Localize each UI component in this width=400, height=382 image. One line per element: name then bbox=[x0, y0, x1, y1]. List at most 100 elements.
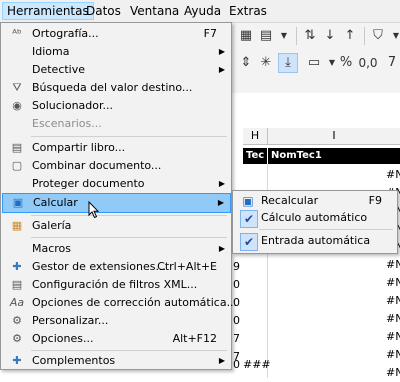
menu-item-label: Búsqueda del valor destino... bbox=[32, 81, 193, 94]
menu-item-combinar-documento[interactable]: ▢ Combinar documento... bbox=[2, 157, 231, 175]
submenu-item-label: Entrada automática bbox=[261, 234, 371, 247]
cell-value[interactable]: #N bbox=[386, 166, 400, 184]
align-center-icon[interactable]: ✳ bbox=[256, 53, 276, 73]
grid-icon[interactable]: ▦ bbox=[236, 26, 256, 46]
chevron-right-icon: ▶ bbox=[218, 179, 225, 188]
options-icon: ⚙ bbox=[12, 332, 22, 345]
menu-ayuda[interactable]: Ayuda bbox=[180, 2, 225, 20]
menu-item-idioma[interactable]: Idioma ▶ bbox=[2, 43, 231, 61]
cell-value[interactable]: 7 bbox=[233, 330, 240, 348]
menu-item-label: Compartir libro... bbox=[32, 141, 126, 154]
menu-separator bbox=[259, 229, 393, 230]
align-bottom-icon[interactable]: ⤓ bbox=[278, 53, 298, 73]
menu-item-label: Opciones... bbox=[32, 332, 94, 345]
cell-value[interactable]: #N bbox=[386, 274, 400, 292]
filter-icon[interactable]: ⛉ bbox=[368, 26, 388, 46]
submenu-item-shortcut: F9 bbox=[368, 194, 382, 207]
toolbar: ▦ ▤ ▼ ⇅ ↓ ↑ ⛉ ▼ ⇕ ✳ ⤓ ▭ ▼ % 0,0 7 bbox=[232, 23, 400, 93]
submenu-item-recalcular[interactable]: ▣ Recalcular F9 bbox=[234, 192, 396, 210]
submenu-item-calculo-automatico[interactable]: ✔ Cálculo automático bbox=[234, 209, 396, 228]
menubar: Herramientas Datos Ventana Ayuda Extras bbox=[0, 0, 400, 23]
currency-icon[interactable]: ▭ bbox=[304, 53, 324, 73]
herramientas-menu: ᴬᵇ Ortografía... F7 Idioma ▶ Detective ▶… bbox=[0, 22, 237, 370]
sort-icon[interactable]: ⇅ bbox=[300, 26, 320, 46]
menu-separator bbox=[31, 350, 227, 351]
menu-item-label: Calcular bbox=[33, 196, 78, 209]
menu-item-calcular[interactable]: ▣ Calcular ▶ bbox=[2, 193, 231, 213]
menu-item-macros[interactable]: Macros ▶ bbox=[2, 240, 231, 258]
decimal-icon[interactable]: 0,0 bbox=[356, 53, 380, 73]
menu-item-gestor-extensiones[interactable]: ✚ Gestor de extensiones... Ctrl+Alt+E bbox=[2, 258, 231, 276]
menu-item-label: Opciones de corrección automática... bbox=[32, 296, 238, 309]
menu-herramientas[interactable]: Herramientas bbox=[2, 2, 94, 20]
menu-ventana[interactable]: Ventana bbox=[126, 2, 183, 20]
add-decimal-icon[interactable]: 7 bbox=[382, 53, 400, 73]
menu-item-label: Galería bbox=[32, 219, 72, 232]
checkmark-icon: ✔ bbox=[240, 210, 258, 228]
spellcheck-icon: ᴬᵇ bbox=[12, 27, 22, 40]
menu-item-shortcut: F7 bbox=[203, 27, 217, 40]
menu-item-solucionador[interactable]: ◉ Solucionador... bbox=[2, 97, 231, 115]
cell-value[interactable]: #N bbox=[386, 346, 400, 364]
align-middle-icon[interactable]: ⇕ bbox=[236, 53, 256, 73]
menu-item-correccion-automatica[interactable]: Aa Opciones de corrección automática... bbox=[2, 294, 237, 312]
submenu-item-entrada-automatica[interactable]: ✔ Entrada automática bbox=[234, 232, 396, 251]
menu-item-detective[interactable]: Detective ▶ bbox=[2, 61, 231, 79]
menu-item-personalizar[interactable]: ⚙ Personalizar... bbox=[2, 312, 231, 330]
menu-item-label: Detective bbox=[32, 63, 86, 76]
cell-value[interactable]: 0 bbox=[233, 356, 240, 374]
column-header-h[interactable]: H bbox=[243, 128, 268, 145]
cell-value[interactable]: #N bbox=[386, 328, 400, 346]
column-header-i[interactable]: I bbox=[268, 128, 400, 145]
submenu-item-label: Cálculo automático bbox=[261, 211, 368, 224]
recalc-icon: ▣ bbox=[242, 194, 254, 208]
cell-value[interactable]: 0 bbox=[233, 312, 240, 330]
percent-icon[interactable]: % bbox=[336, 53, 356, 73]
checkmark-icon: ✔ bbox=[240, 233, 258, 251]
share-icon: ▤ bbox=[11, 141, 23, 154]
cell-value[interactable]: 0 bbox=[233, 276, 240, 294]
table-icon[interactable]: ▤ bbox=[256, 26, 276, 46]
menu-separator bbox=[31, 215, 227, 216]
menu-item-proteger-documento[interactable]: Proteger documento ▶ bbox=[2, 175, 231, 193]
cell-value[interactable]: #N bbox=[386, 310, 400, 328]
cell-value[interactable]: #N bbox=[386, 256, 400, 274]
menu-item-filtros-xml[interactable]: ▤ Configuración de filtros XML... bbox=[2, 276, 231, 294]
chevron-right-icon: ▶ bbox=[218, 65, 225, 74]
calcular-submenu: ▣ Recalcular F9 ✔ Cálculo automático ✔ E… bbox=[232, 190, 398, 254]
chevron-down-icon[interactable]: ▼ bbox=[274, 26, 294, 46]
menu-separator bbox=[31, 136, 227, 137]
cell-value[interactable]: 9 bbox=[233, 258, 240, 276]
mouse-cursor-icon bbox=[88, 201, 100, 219]
addons-icon: ✚ bbox=[12, 354, 22, 367]
menu-item-compartir-libro[interactable]: ▤ Compartir libro... bbox=[2, 139, 231, 157]
menu-extras[interactable]: Extras bbox=[225, 2, 271, 20]
customize-icon: ⚙ bbox=[12, 314, 22, 327]
sort-asc-icon[interactable]: ↓ bbox=[320, 26, 340, 46]
toolbar-separator bbox=[364, 27, 365, 45]
menu-item-shortcut: Ctrl+Alt+E bbox=[157, 260, 217, 273]
cell-value[interactable]: #N bbox=[386, 292, 400, 310]
header-cell-nomtec1[interactable]: NomTec1 bbox=[268, 148, 400, 164]
menu-item-busqueda-valor-destino[interactable]: ⛛ Búsqueda del valor destino... bbox=[2, 79, 231, 97]
menu-item-label: Gestor de extensiones... bbox=[32, 260, 166, 273]
chevron-right-icon: ▶ bbox=[217, 198, 224, 207]
menu-item-complementos[interactable]: ✚ Complementos ▶ bbox=[2, 352, 231, 370]
gallery-icon: ▦ bbox=[11, 219, 23, 232]
menu-item-galeria[interactable]: ▦ Galería bbox=[2, 217, 231, 235]
menu-item-ortografia[interactable]: ᴬᵇ Ortografía... F7 bbox=[2, 25, 231, 43]
menu-item-escenarios: Escenarios... bbox=[2, 115, 231, 133]
cell-value[interactable]: #N bbox=[386, 364, 400, 382]
header-cell-tec[interactable]: Tec bbox=[243, 148, 267, 164]
cell-value[interactable]: ### bbox=[243, 356, 271, 374]
chevron-down-icon[interactable]: ▼ bbox=[386, 26, 400, 46]
menu-item-label: Complementos bbox=[32, 354, 116, 367]
sort-desc-icon[interactable]: ↑ bbox=[340, 26, 360, 46]
menu-datos[interactable]: Datos bbox=[82, 2, 125, 20]
submenu-item-label: Recalcular bbox=[261, 194, 319, 207]
menu-item-label: Personalizar... bbox=[32, 314, 109, 327]
goal-seek-icon: ⛛ bbox=[12, 81, 22, 94]
menu-item-opciones[interactable]: ⚙ Opciones... Alt+F12 bbox=[2, 330, 231, 348]
menu-separator bbox=[31, 237, 227, 238]
menu-item-label: Ortografía... bbox=[32, 27, 99, 40]
